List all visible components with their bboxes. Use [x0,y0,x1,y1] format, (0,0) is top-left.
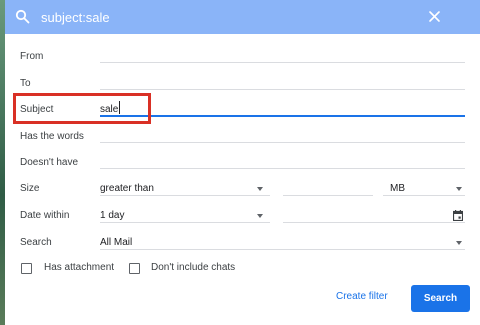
doesnt-have-field[interactable] [100,168,465,169]
date-within-select[interactable]: 1 day [100,210,124,221]
has-attachment-label[interactable]: Has attachment [44,262,114,273]
dont-include-chats-checkbox[interactable] [129,263,140,274]
size-unit-underline [383,195,465,196]
date-within-underline [100,222,270,223]
advanced-search-panel: subject:sale From To Subject sale Has th… [5,0,480,325]
date-within-label: Date within [20,210,70,221]
chevron-down-icon[interactable] [456,241,462,245]
search-in-label: Search [20,237,52,248]
size-operator-select[interactable]: greater than [100,183,154,194]
from-label: From [20,51,44,62]
dont-include-chats-label[interactable]: Don't include chats [151,262,235,273]
chevron-down-icon[interactable] [257,214,263,218]
to-field[interactable] [100,89,465,90]
chevron-down-icon[interactable] [257,187,263,191]
create-filter-button[interactable]: Create filter [336,291,388,302]
has-words-field[interactable] [100,142,465,143]
search-bar[interactable]: subject:sale [5,0,480,34]
size-unit-select[interactable]: MB [390,183,405,194]
date-field[interactable] [283,222,465,223]
to-label: To [20,78,31,89]
has-attachment-checkbox[interactable] [21,263,32,274]
has-words-label: Has the words [20,131,84,142]
size-value-field[interactable] [283,195,373,196]
search-query[interactable]: subject:sale [41,10,110,25]
subject-field-underline [100,115,465,117]
search-in-underline [100,249,465,250]
search-button[interactable]: Search [411,285,470,312]
doesnt-have-label: Doesn't have [20,157,79,168]
calendar-icon[interactable] [452,208,464,226]
subject-highlight-box [13,93,151,124]
size-operator-underline [100,195,270,196]
search-icon[interactable] [15,9,30,29]
from-field[interactable] [100,62,465,63]
close-icon[interactable] [428,10,441,28]
chevron-down-icon[interactable] [456,187,462,191]
size-label: Size [20,183,40,194]
search-in-select[interactable]: All Mail [100,237,132,248]
